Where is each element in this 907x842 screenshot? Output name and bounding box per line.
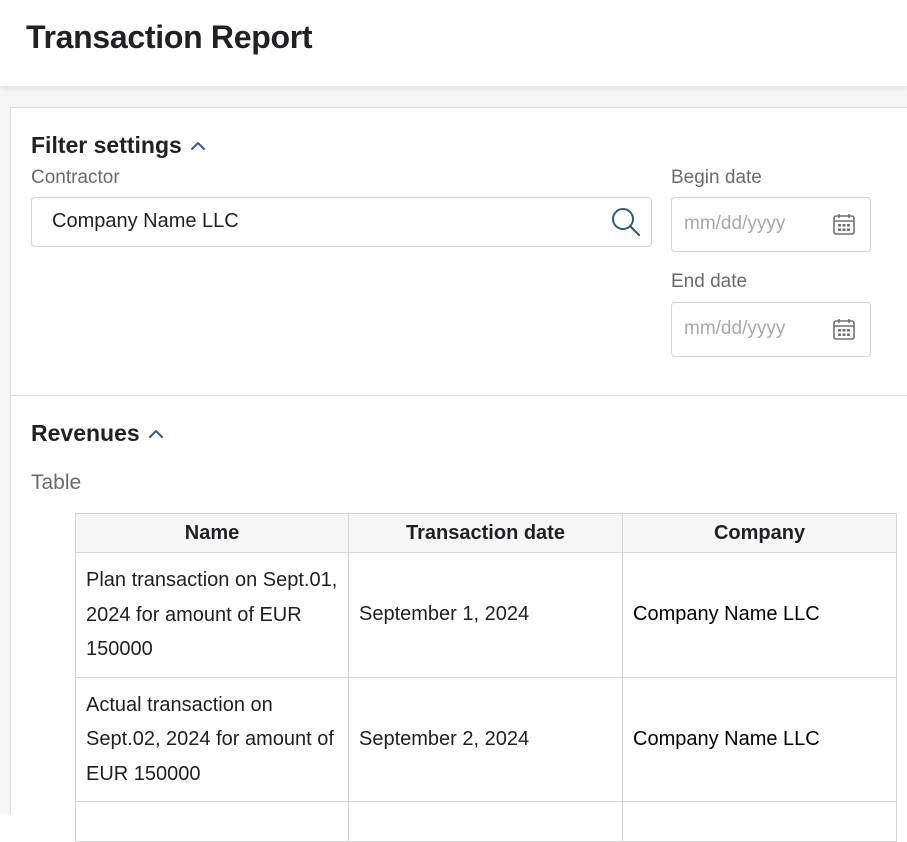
begin-date-input[interactable]: [684, 213, 824, 235]
contractor-label: Contractor: [31, 167, 120, 188]
search-icon[interactable]: [610, 206, 642, 238]
calendar-icon[interactable]: [832, 212, 856, 236]
cell-company: [622, 801, 897, 842]
begin-date-label: Begin date: [671, 167, 762, 188]
page-title: Transaction Report: [26, 19, 313, 55]
cell-transaction-date: September 2, 2024: [348, 676, 623, 802]
cell-name: [75, 801, 349, 842]
contractor-input[interactable]: [52, 210, 605, 233]
report-panel: Filter settings Contractor Begin date: [10, 107, 907, 842]
cell-company: Company Name LLC: [622, 552, 897, 678]
cell-name: Plan transaction on Sept.01, 2024 for am…: [75, 552, 349, 678]
end-date-label: End date: [671, 271, 748, 292]
table-row[interactable]: Actual transaction on Sept.02, 2024 for …: [75, 676, 897, 802]
contractor-field[interactable]: [31, 197, 652, 247]
calendar-icon[interactable]: [832, 317, 856, 341]
revenues-title: Revenues: [31, 420, 140, 446]
revenues-table: Name Transaction date Company Plan trans…: [75, 513, 897, 842]
chevron-up-icon: [190, 141, 205, 150]
page-header: Transaction Report: [0, 0, 907, 86]
table-row[interactable]: [75, 801, 897, 842]
content-area: Filter settings Contractor Begin date: [0, 86, 907, 842]
column-header-transaction-date[interactable]: Transaction date: [348, 513, 623, 553]
column-header-company[interactable]: Company: [622, 513, 897, 553]
filter-settings-toggle[interactable]: Filter settings: [31, 132, 206, 159]
filter-settings-title: Filter settings: [31, 132, 182, 158]
cell-transaction-date: September 1, 2024: [348, 552, 623, 678]
end-date-input[interactable]: [684, 318, 824, 340]
begin-date-field[interactable]: [671, 197, 871, 252]
table-row[interactable]: Plan transaction on Sept.01, 2024 for am…: [75, 552, 897, 678]
table-label: Table: [31, 471, 82, 494]
revenues-toggle[interactable]: Revenues: [31, 420, 164, 447]
table-header-row: Name Transaction date Company: [75, 513, 897, 553]
cell-transaction-date: [348, 801, 623, 842]
end-date-field[interactable]: [671, 302, 871, 357]
section-divider: [11, 395, 907, 396]
cell-company: Company Name LLC: [622, 676, 897, 802]
cell-name: Actual transaction on Sept.02, 2024 for …: [75, 676, 349, 802]
chevron-up-icon: [148, 429, 163, 438]
column-header-name[interactable]: Name: [75, 513, 349, 553]
